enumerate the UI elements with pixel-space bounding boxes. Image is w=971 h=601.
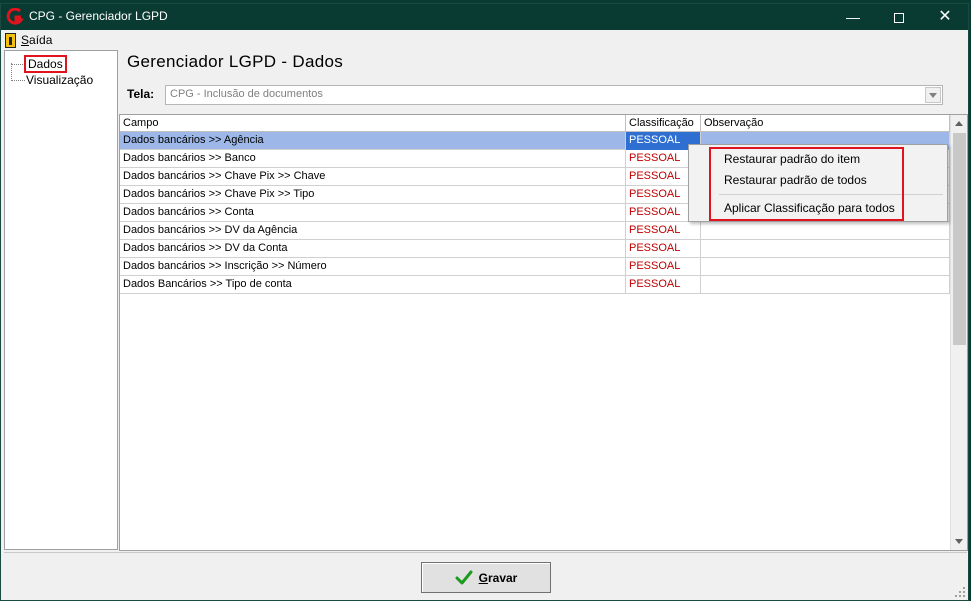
cell-campo[interactable]: Dados bancários >> Conta	[120, 204, 626, 222]
column-header-observacao[interactable]: Observação	[701, 115, 950, 132]
tela-label: Tela:	[127, 87, 155, 101]
minimize-button[interactable]: —	[830, 4, 876, 30]
chevron-down-icon[interactable]	[925, 87, 941, 103]
close-button[interactable]: ✕	[922, 4, 968, 30]
cell-campo[interactable]: Dados Bancários >> Tipo de conta	[120, 276, 626, 294]
tree-item-dados[interactable]: Dados	[11, 55, 67, 73]
column-header-classificacao[interactable]: Classificação	[626, 115, 701, 132]
table-row[interactable]: Dados bancários >> Inscrição >> Número P…	[120, 258, 950, 276]
cell-classificacao[interactable]: PESSOAL	[626, 276, 701, 294]
menu-bar: Saída	[1, 30, 968, 50]
maximize-button[interactable]	[876, 4, 922, 30]
cell-observacao[interactable]	[701, 222, 950, 240]
grid-header: Campo Classificação Observação	[120, 115, 950, 132]
cell-observacao[interactable]	[701, 240, 950, 258]
context-menu: Restaurar padrão do item Restaurar padrã…	[688, 144, 948, 222]
tree-item-label: Dados	[24, 55, 67, 73]
cell-campo[interactable]: Dados bancários >> Agência	[120, 132, 626, 150]
exit-door-icon	[5, 32, 16, 48]
cell-campo[interactable]: Dados bancários >> Banco	[120, 150, 626, 168]
tela-select-value: CPG - Inclusão de documentos	[170, 88, 323, 100]
navigation-tree: Dados Visualização	[4, 50, 118, 550]
vertical-scrollbar[interactable]	[950, 115, 967, 550]
page-title: Gerenciador LGPD - Dados	[127, 52, 344, 71]
cell-observacao[interactable]	[701, 276, 950, 294]
tree-item-visualizacao[interactable]: Visualização	[11, 72, 93, 88]
table-row[interactable]: Dados bancários >> DV da Agência PESSOAL	[120, 222, 950, 240]
scrollbar-thumb[interactable]	[953, 133, 966, 345]
cell-campo[interactable]: Dados bancários >> Inscrição >> Número	[120, 258, 626, 276]
cell-campo[interactable]: Dados bancários >> Chave Pix >> Chave	[120, 168, 626, 186]
table-row[interactable]: Dados bancários >> DV da Conta PESSOAL	[120, 240, 950, 258]
save-button[interactable]: Gravar	[421, 562, 551, 593]
cell-classificacao[interactable]: PESSOAL	[626, 240, 701, 258]
checkmark-icon	[455, 570, 473, 584]
resize-grip-icon[interactable]	[954, 586, 966, 598]
tela-select[interactable]: CPG - Inclusão de documentos	[165, 85, 943, 105]
close-icon: ✕	[938, 8, 952, 25]
window-title: CPG - Gerenciador LGPD	[29, 9, 168, 23]
footer-divider	[4, 552, 967, 553]
cell-classificacao[interactable]: PESSOAL	[626, 222, 701, 240]
minimize-icon: —	[846, 9, 860, 25]
cell-campo[interactable]: Dados bancários >> DV da Agência	[120, 222, 626, 240]
scroll-down-arrow-icon[interactable]	[951, 533, 967, 550]
tree-item-label: Visualização	[26, 73, 94, 87]
tree-branch-line	[11, 63, 25, 65]
menu-exit[interactable]: Saída	[5, 31, 52, 49]
highlight-outline	[709, 147, 904, 221]
cell-campo[interactable]: Dados bancários >> DV da Conta	[120, 240, 626, 258]
app-window: CPG - Gerenciador LGPD — ✕ Saída Dados V…	[0, 3, 969, 601]
scroll-up-arrow-icon[interactable]	[951, 115, 967, 132]
menu-exit-label: Saída	[21, 33, 53, 47]
tree-branch-line	[11, 79, 25, 81]
cell-observacao[interactable]	[701, 258, 950, 276]
column-header-campo[interactable]: Campo	[120, 115, 626, 132]
app-logo-icon	[6, 8, 24, 25]
title-bar[interactable]: CPG - Gerenciador LGPD — ✕	[1, 4, 968, 30]
cell-classificacao[interactable]: PESSOAL	[626, 258, 701, 276]
table-row[interactable]: Dados Bancários >> Tipo de conta PESSOAL	[120, 276, 950, 294]
cell-campo[interactable]: Dados bancários >> Chave Pix >> Tipo	[120, 186, 626, 204]
save-button-label: Gravar	[478, 570, 518, 585]
maximize-icon	[894, 13, 904, 24]
